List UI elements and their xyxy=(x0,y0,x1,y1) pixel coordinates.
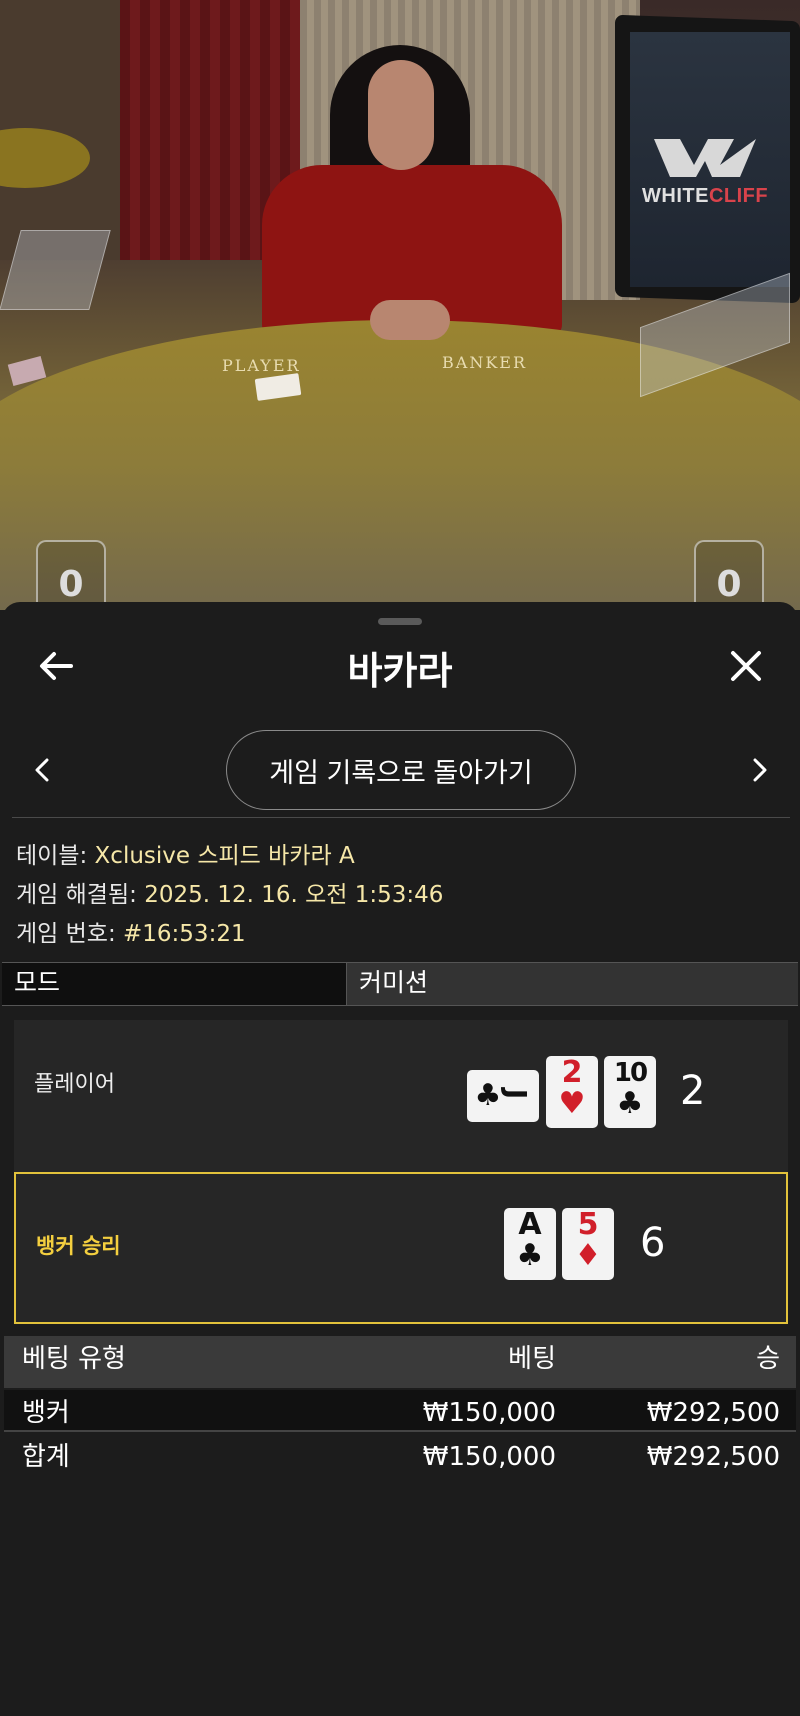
info-table-label: 테이블: xyxy=(16,843,88,869)
sheet-drag-handle[interactable] xyxy=(378,618,422,625)
player-card-1-suit: ♣ xyxy=(474,1078,502,1113)
score-tab-right: 0 xyxy=(694,540,764,610)
score-tab-left: 0 xyxy=(36,540,106,610)
info-game-number-value: #16:53:21 xyxy=(123,921,246,947)
player-card-1: J ♣ xyxy=(467,1070,539,1122)
player-card-3-rank: 10 xyxy=(613,1058,648,1088)
player-label: 플레이어 xyxy=(34,1072,115,1097)
info-table: 테이블: Xclusive 스피드 바카라 A xyxy=(16,836,355,870)
mode-commission-header: 모드 커미션 xyxy=(2,962,798,1006)
player-result-row: 플레이어 J ♣ 2 ♥ 10 ♣ 2 xyxy=(14,1020,788,1172)
column-header-bet: 베팅 xyxy=(508,1344,556,1374)
info-table-value: Xclusive 스피드 바카라 A xyxy=(94,843,355,869)
banker-card-1: A ♣ xyxy=(504,1208,556,1280)
bet-type-cell: 뱅커 xyxy=(22,1398,70,1428)
banker-result-row: 뱅커 승리 A ♣ 5 ♦ 6 xyxy=(14,1172,788,1324)
chevron-left-icon xyxy=(35,758,49,782)
whitecliff-logo-text: WHITECLIFF xyxy=(642,185,782,208)
score-right: 0 xyxy=(716,564,742,605)
total-bet-amount: ₩150,000 xyxy=(422,1442,556,1472)
live-video-feed: WHITECLIFF PLAYER BANKER 0 0 xyxy=(0,0,800,610)
close-button[interactable] xyxy=(718,638,774,694)
table-row: 뱅커 ₩150,000 ₩292,500 xyxy=(4,1390,796,1432)
game-detail-sheet: 바카라 게임 기록으로 돌아가기 테이블: Xclusive 스피드 바카라 A… xyxy=(2,602,798,1716)
section-divider xyxy=(12,817,790,818)
dealer-hands xyxy=(370,300,450,340)
mode-cell: 모드 xyxy=(2,963,347,1005)
close-icon xyxy=(731,651,761,681)
banker-card-2: 5 ♦ xyxy=(562,1208,614,1280)
column-header-bet-type: 베팅 유형 xyxy=(22,1344,126,1374)
total-row: 합계 ₩150,000 ₩292,500 xyxy=(4,1434,796,1476)
score-left: 0 xyxy=(58,564,84,605)
player-card-2-suit: ♥ xyxy=(558,1086,586,1121)
info-resolved: 게임 해결됨: 2025. 12. 16. 오전 1:53:46 xyxy=(16,875,443,909)
total-win-amount: ₩292,500 xyxy=(646,1442,780,1472)
banker-card-1-suit: ♣ xyxy=(516,1238,544,1273)
player-card-3: 10 ♣ xyxy=(604,1056,656,1128)
bet-amount-cell: ₩150,000 xyxy=(422,1398,556,1428)
previous-game-button[interactable] xyxy=(22,750,62,790)
whitecliff-logo-icon xyxy=(654,139,756,177)
banker-card-2-suit: ♦ xyxy=(574,1238,602,1273)
banker-card-1-rank: A xyxy=(518,1207,542,1242)
win-amount-cell: ₩292,500 xyxy=(646,1398,780,1428)
player-total: 2 xyxy=(680,1068,706,1114)
chevron-right-icon xyxy=(753,758,767,782)
page-title: 바카라 xyxy=(347,649,453,693)
player-card-3-suit: ♣ xyxy=(616,1086,644,1121)
info-game-number-label: 게임 번호: xyxy=(16,921,116,947)
table-label-banker: BANKER xyxy=(442,353,527,372)
dealer-face xyxy=(368,60,434,170)
banker-card-2-rank: 5 xyxy=(577,1207,599,1242)
commission-cell: 커미션 xyxy=(347,963,798,1005)
info-resolved-value: 2025. 12. 16. 오전 1:53:46 xyxy=(144,882,444,908)
total-label: 합계 xyxy=(22,1442,70,1472)
banker-win-label: 뱅커 승리 xyxy=(36,1234,121,1258)
table-label-player: PLAYER xyxy=(222,356,301,375)
column-header-win: 승 xyxy=(756,1344,780,1374)
back-to-history-button[interactable]: 게임 기록으로 돌아가기 xyxy=(226,730,576,810)
info-resolved-label: 게임 해결됨: xyxy=(16,882,137,908)
logo-text-cliff: CLIFF xyxy=(708,185,769,207)
banker-total: 6 xyxy=(640,1220,666,1266)
card-shoe-left xyxy=(0,230,111,310)
logo-text-white: WHITE xyxy=(642,185,709,207)
info-game-number: 게임 번호: #16:53:21 xyxy=(16,914,246,948)
player-card-2-rank: 2 xyxy=(561,1055,583,1090)
bet-table-header: 베팅 유형 베팅 승 xyxy=(4,1336,796,1388)
player-card-2: 2 ♥ xyxy=(546,1056,598,1128)
next-game-button[interactable] xyxy=(740,750,780,790)
